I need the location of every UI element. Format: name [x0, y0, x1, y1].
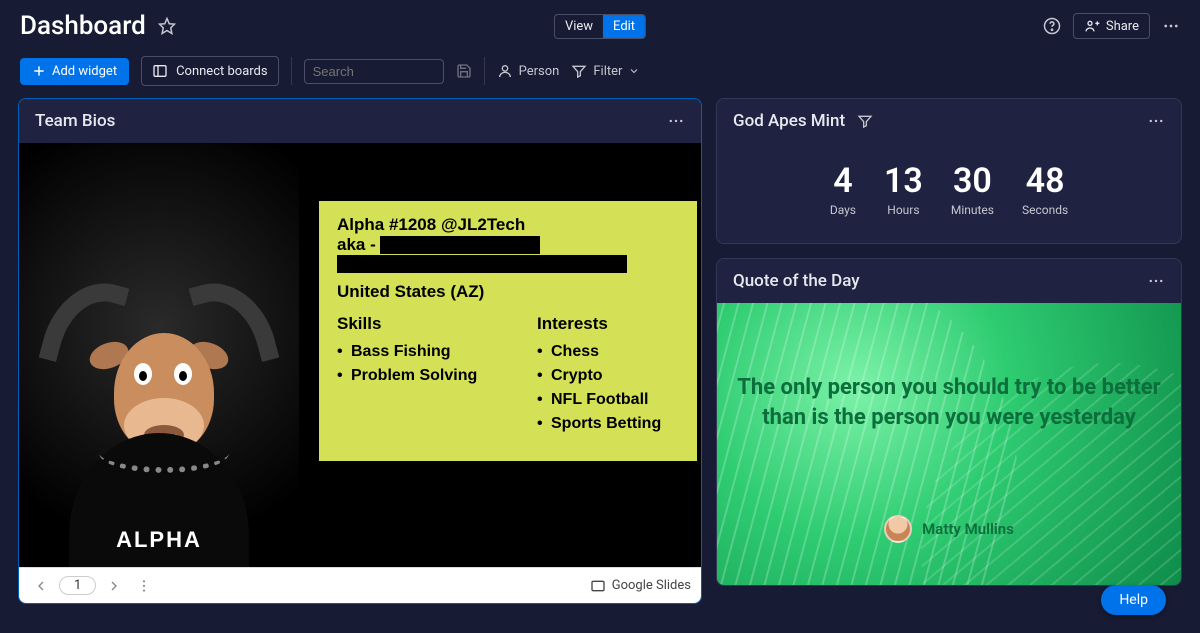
widget-more-icon[interactable] [1147, 112, 1165, 130]
slide-menu-icon[interactable] [132, 574, 156, 598]
bio-location: United States (AZ) [337, 282, 679, 302]
redacted-text-2 [337, 255, 627, 273]
more-menu-icon[interactable] [1162, 17, 1180, 35]
interest-item: Crypto [551, 364, 661, 388]
bio-aka-prefix: aka - [337, 235, 376, 255]
slide-page-number[interactable]: 1 [59, 576, 96, 595]
countdown-value: 48 [1022, 161, 1068, 201]
bio-card: Alpha #1208 @JL2Tech aka - United States… [319, 201, 697, 461]
avatar-shirt-text: ALPHA [39, 527, 279, 553]
connect-boards-button[interactable]: Connect boards [141, 56, 279, 86]
connect-boards-label: Connect boards [176, 64, 268, 79]
help-button[interactable]: Help [1101, 585, 1166, 615]
skill-item: Bass Fishing [351, 340, 507, 364]
help-label: Help [1119, 592, 1148, 608]
widget-more-icon[interactable] [667, 112, 685, 130]
add-widget-button[interactable]: Add widget [20, 58, 129, 85]
team-bios-widget: Team Bios [18, 98, 702, 604]
bio-avatar-image: ALPHA [19, 143, 299, 603]
team-bios-body: ALPHA Alpha #1208 @JL2Tech aka - United … [19, 143, 701, 603]
countdown-label: Seconds [1022, 203, 1068, 217]
countdown-value: 30 [951, 161, 994, 201]
widget-more-icon[interactable] [1147, 272, 1165, 290]
interest-item: NFL Football [551, 388, 661, 412]
author-avatar [884, 515, 912, 543]
prev-slide-icon[interactable] [29, 574, 53, 598]
dashboard-board: Team Bios [0, 98, 1200, 604]
search-box[interactable] [304, 59, 444, 84]
bio-name: Alpha #1208 @JL2Tech [337, 215, 679, 235]
team-bios-title: Team Bios [35, 111, 115, 131]
toolbar-divider [291, 57, 292, 85]
toolbar-divider-2 [484, 57, 485, 85]
save-icon[interactable] [456, 63, 472, 79]
add-widget-label: Add widget [52, 64, 117, 79]
countdown-title: God Apes Mint [733, 111, 845, 131]
quote-widget: Quote of the Day The only person you sho… [716, 258, 1182, 586]
person-label: Person [519, 64, 560, 79]
interest-item: Sports Betting [551, 412, 661, 436]
edit-tab[interactable]: Edit [603, 15, 645, 38]
countdown-label: Days [830, 203, 856, 217]
next-slide-icon[interactable] [102, 574, 126, 598]
countdown-label: Minutes [951, 203, 994, 217]
view-tab[interactable]: View [555, 15, 603, 38]
chevron-down-icon [628, 65, 640, 77]
skill-item: Problem Solving [351, 364, 507, 388]
countdown-label: Hours [884, 203, 923, 217]
view-edit-toggle: View Edit [554, 14, 646, 39]
help-icon[interactable] [1043, 17, 1061, 35]
interest-item: Chess [551, 340, 661, 364]
filter-label: Filter [593, 64, 622, 79]
quote-author-name: Matty Mullins [922, 520, 1014, 538]
share-label: Share [1106, 19, 1139, 34]
favorite-star-icon[interactable] [158, 17, 176, 35]
countdown-widget: God Apes Mint 4 Days 13 Hours 30 Minutes 48… [716, 98, 1182, 244]
slides-footer: 1 Google Slides [19, 567, 701, 603]
skills-heading: Skills [337, 314, 507, 334]
countdown-value: 4 [830, 161, 856, 201]
filter-button[interactable]: Filter [571, 63, 640, 79]
header: Dashboard View Edit Share [0, 0, 1200, 48]
quote-body: The only person you should try to be bet… [717, 303, 1181, 585]
page-title: Dashboard [20, 11, 146, 41]
redacted-text [380, 236, 540, 254]
quote-text: The only person you should try to be bet… [737, 373, 1161, 432]
countdown-value: 13 [884, 161, 923, 201]
countdown-body: 4 Days 13 Hours 30 Minutes 48 Seconds [717, 143, 1181, 243]
countdown-filter-icon[interactable] [857, 113, 873, 129]
slides-provider-label: Google Slides [612, 578, 691, 593]
toolbar: Add widget Connect boards Person Filter [0, 48, 1200, 98]
slides-provider-icon [590, 578, 606, 594]
interests-heading: Interests [537, 314, 661, 334]
share-button[interactable]: Share [1073, 13, 1150, 39]
quote-title: Quote of the Day [733, 271, 860, 291]
person-filter-button[interactable]: Person [497, 63, 560, 79]
